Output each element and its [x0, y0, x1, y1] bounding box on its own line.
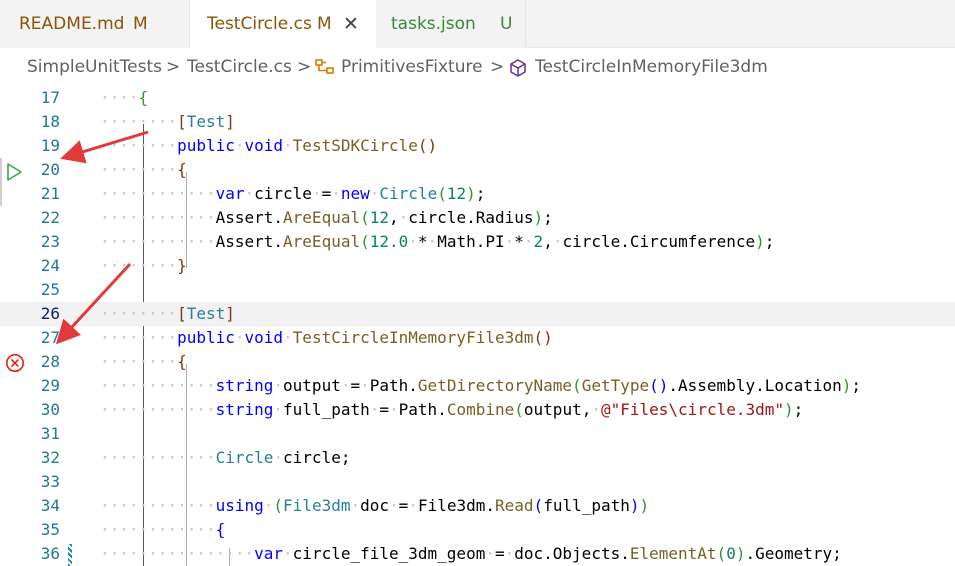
line-text: ········public·void·TestSDKCircle() — [100, 136, 438, 155]
code-line[interactable]: 29 ············string·output·=·Path.GetD… — [0, 374, 955, 398]
gutter-marker — [0, 158, 2, 206]
line-number: 31 — [40, 424, 60, 443]
breadcrumb: SimpleUnitTests > TestCircle.cs > Primit… — [0, 48, 955, 86]
line-number: 36 — [40, 544, 60, 563]
breadcrumb-item-class[interactable]: PrimitivesFixture — [341, 48, 483, 86]
tab-readme[interactable]: README.md M — [0, 0, 190, 48]
code-line[interactable]: 34 ············using·(File3dm·doc·=·File… — [0, 494, 955, 518]
run-test-icon[interactable] — [4, 162, 24, 182]
code-line[interactable]: 17 ····{ — [0, 86, 955, 110]
tab-testcircle[interactable]: TestCircle.cs M ✕ — [190, 0, 376, 49]
code-line[interactable]: 28 ········{ — [0, 350, 955, 374]
line-number: 19 — [40, 136, 60, 155]
line-number: 35 — [40, 520, 60, 539]
line-number: 18 — [40, 112, 60, 131]
code-line[interactable]: 27 ········public·void·TestCircleInMemor… — [0, 326, 955, 350]
code-line[interactable]: 24 ········} — [0, 254, 955, 278]
tab-label: README.md — [19, 14, 125, 34]
line-number: 21 — [40, 184, 60, 203]
line-number: 32 — [40, 448, 60, 467]
line-text: ········} — [100, 256, 187, 275]
tab-label: TestCircle.cs — [207, 14, 312, 34]
line-number: 34 — [40, 496, 60, 515]
line-text: ········{ — [100, 352, 187, 371]
line-number: 17 — [40, 88, 60, 107]
line-number: 27 — [40, 328, 60, 347]
line-text: ····{ — [100, 88, 149, 107]
code-line[interactable]: 21 ············var·circle·=·new·Circle(1… — [0, 182, 955, 206]
namespace-icon — [315, 59, 334, 74]
breadcrumb-item-project[interactable]: SimpleUnitTests — [27, 48, 162, 86]
code-line[interactable]: 35 ············{ — [0, 518, 955, 542]
git-modified-indicator[interactable] — [68, 544, 72, 566]
breadcrumb-separator: > — [297, 57, 312, 77]
line-text: ············{ — [100, 520, 226, 539]
line-text: ········[Test] — [100, 112, 235, 131]
line-number: 23 — [40, 232, 60, 251]
breadcrumb-item-file[interactable]: TestCircle.cs — [187, 48, 292, 86]
line-text: ············string·output·=·Path.GetDire… — [100, 376, 862, 395]
line-number: 30 — [40, 400, 60, 419]
code-line-current[interactable]: 26 ········[Test] — [0, 302, 955, 326]
tab-bar: README.md M TestCircle.cs M ✕ tasks.json… — [0, 0, 955, 49]
line-text: ············var·circle·=·new·Circle(12); — [100, 184, 486, 203]
line-text: ········[Test] — [100, 304, 235, 323]
code-editor[interactable]: 17 ····{ 18 ········[Test] 19 ········pu… — [0, 86, 955, 566]
code-line[interactable]: 31 — [0, 422, 955, 446]
line-number: 29 — [40, 376, 60, 395]
line-text: ········public·void·TestCircleInMemoryFi… — [100, 328, 553, 347]
breadcrumb-item-method[interactable]: TestCircleInMemoryFile3dm — [535, 48, 768, 86]
line-text: ················var·circle_file_3dm_geom… — [100, 544, 842, 563]
code-line[interactable]: 30 ············string·full_path·=·Path.C… — [0, 398, 955, 422]
code-line[interactable]: 33 — [0, 470, 955, 494]
git-status-badge: U — [500, 14, 513, 34]
code-line[interactable]: 32 ············Circle·circle; — [0, 446, 955, 470]
test-failed-icon[interactable] — [5, 353, 25, 373]
line-number: 26 — [40, 304, 60, 323]
breadcrumb-separator: > — [166, 57, 181, 77]
method-cube-icon — [510, 59, 526, 77]
tab-label: tasks.json — [391, 14, 476, 34]
code-line[interactable]: 23 ············Assert.AreEqual(12.0·*·Ma… — [0, 230, 955, 254]
code-line[interactable]: 19 ········public·void·TestSDKCircle() — [0, 134, 955, 158]
code-line[interactable]: 22 ············Assert.AreEqual(12,·circl… — [0, 206, 955, 230]
line-text: ············Assert.AreEqual(12,·circle.R… — [100, 208, 553, 227]
close-icon[interactable]: ✕ — [343, 0, 359, 48]
line-text: ············string·full_path·=·Path.Comb… — [100, 400, 804, 419]
line-number: 25 — [40, 280, 60, 299]
tab-tasks-json[interactable]: tasks.json U — [376, 0, 526, 48]
code-line[interactable]: 20 ········{ — [0, 158, 955, 182]
code-line[interactable]: 25 — [0, 278, 955, 302]
git-status-badge: M — [133, 14, 148, 34]
code-line[interactable]: 36 ················var·circle_file_3dm_g… — [0, 542, 955, 566]
line-text: ············using·(File3dm·doc·=·File3dm… — [100, 496, 650, 515]
line-number: 22 — [40, 208, 60, 227]
line-number: 24 — [40, 256, 60, 275]
git-status-badge: M — [317, 14, 332, 34]
line-number: 33 — [40, 472, 60, 491]
breadcrumb-separator: > — [490, 57, 505, 77]
code-line[interactable]: 18 ········[Test] — [0, 110, 955, 134]
line-text: ············Circle·circle; — [100, 448, 351, 467]
line-text: ········{ — [100, 160, 187, 179]
line-text: ············Assert.AreEqual(12.0·*·Math.… — [100, 232, 775, 251]
